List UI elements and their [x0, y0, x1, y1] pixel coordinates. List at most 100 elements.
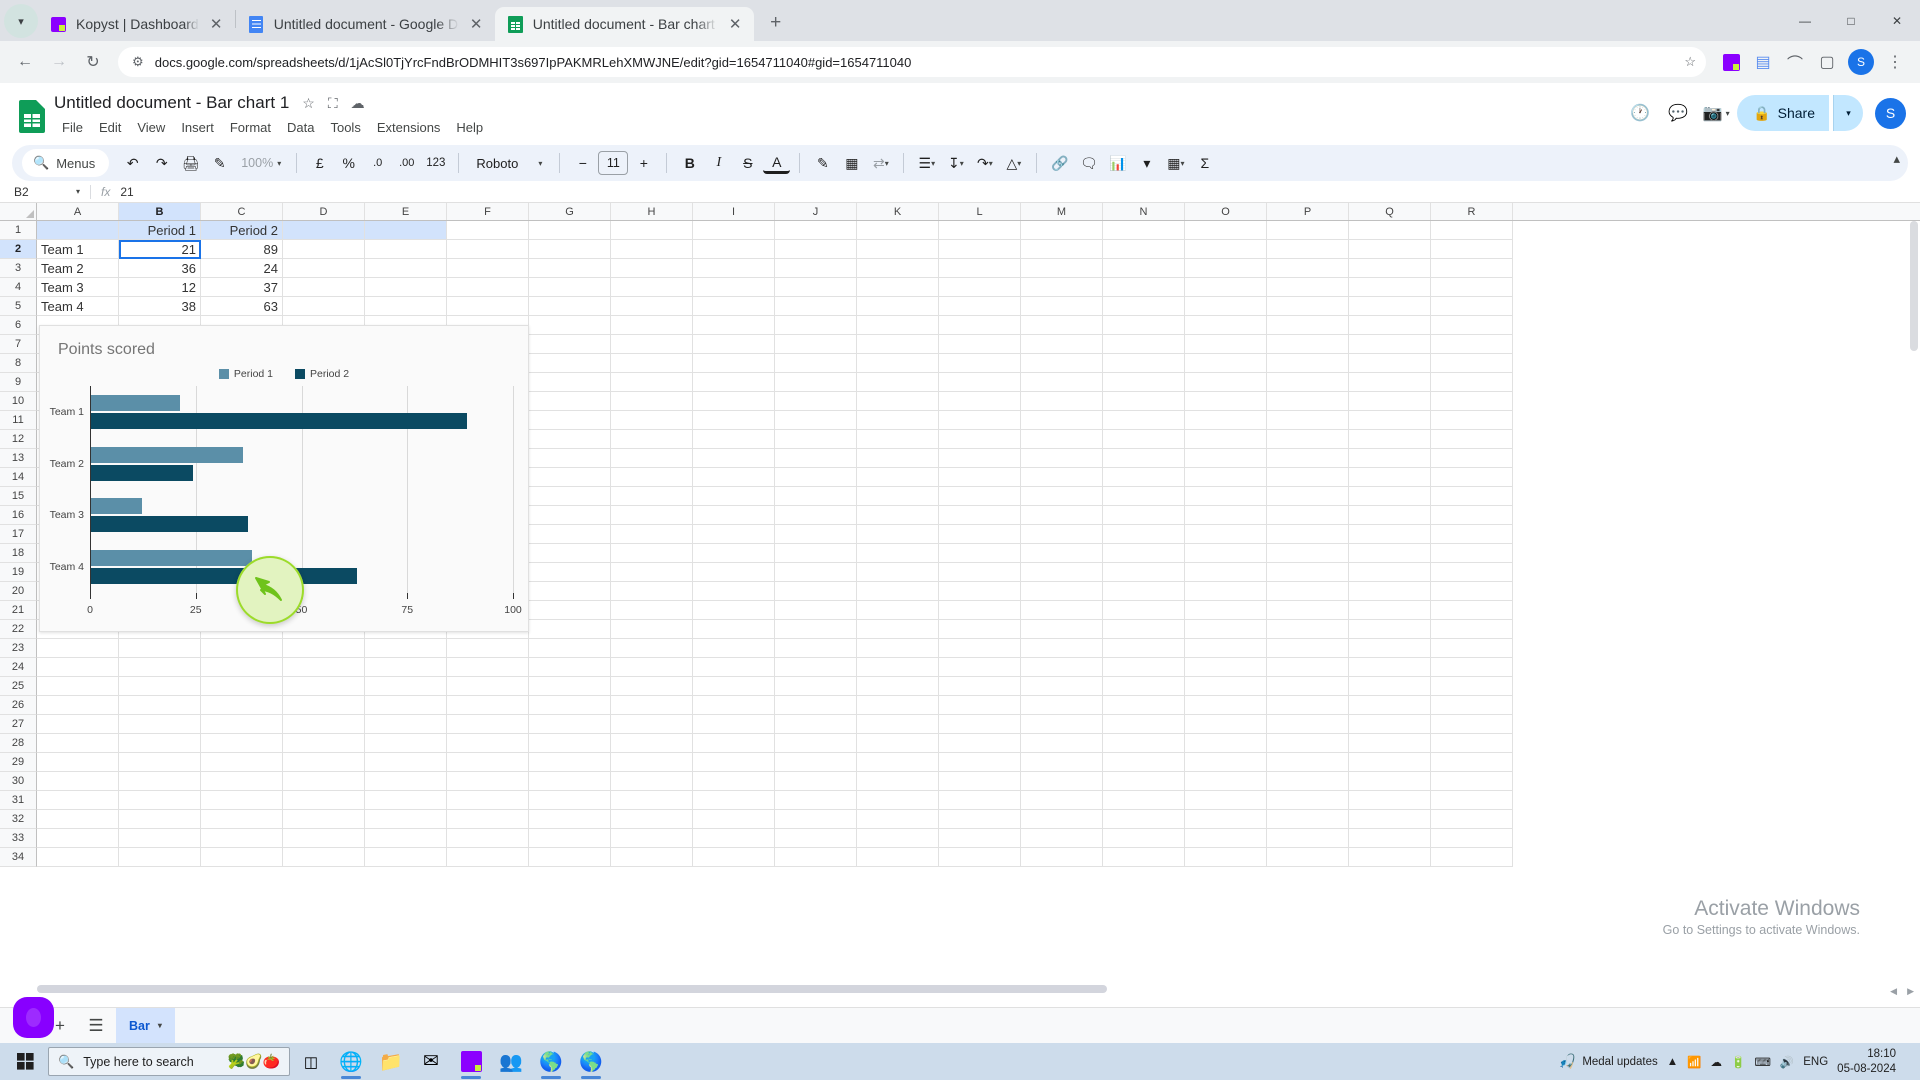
cell-J5[interactable]	[775, 297, 857, 316]
cell-P32[interactable]	[1267, 810, 1349, 829]
spreadsheet-grid[interactable]: A B C D E F G H I J K L M N O P Q R 1 Per…	[0, 203, 1920, 1007]
cell-O23[interactable]	[1185, 639, 1267, 658]
menu-view[interactable]: View	[129, 117, 173, 138]
cell-D5[interactable]	[283, 297, 365, 316]
row-header-11[interactable]: 11	[0, 411, 37, 430]
row-header-5[interactable]: 5	[0, 297, 37, 316]
cell-L15[interactable]	[939, 487, 1021, 506]
cell-B25[interactable]	[119, 677, 201, 696]
row-header-1[interactable]: 1	[0, 221, 37, 240]
cell-B33[interactable]	[119, 829, 201, 848]
cell-P12[interactable]	[1267, 430, 1349, 449]
cell-I11[interactable]	[693, 411, 775, 430]
cell-C32[interactable]	[201, 810, 283, 829]
cell-N15[interactable]	[1103, 487, 1185, 506]
cell-M8[interactable]	[1021, 354, 1103, 373]
row-header-23[interactable]: 23	[0, 639, 37, 658]
cell-P11[interactable]	[1267, 411, 1349, 430]
cell-C34[interactable]	[201, 848, 283, 867]
horizontal-scroll-thumb[interactable]	[37, 985, 1107, 993]
tray-volume-icon[interactable]: 🔊	[1780, 1055, 1794, 1069]
row-header-12[interactable]: 12	[0, 430, 37, 449]
cell-R26[interactable]	[1431, 696, 1513, 715]
cell-H10[interactable]	[611, 392, 693, 411]
cell-N22[interactable]	[1103, 620, 1185, 639]
new-tab-button[interactable]: +	[762, 9, 790, 37]
cell-D2[interactable]	[283, 240, 365, 259]
cell-N3[interactable]	[1103, 259, 1185, 278]
cell-R1[interactable]	[1431, 221, 1513, 240]
cell-I9[interactable]	[693, 373, 775, 392]
cell-A30[interactable]	[37, 772, 119, 791]
cell-Q16[interactable]	[1349, 506, 1431, 525]
cell-M4[interactable]	[1021, 278, 1103, 297]
cell-K18[interactable]	[857, 544, 939, 563]
cell-N5[interactable]	[1103, 297, 1185, 316]
cell-O34[interactable]	[1185, 848, 1267, 867]
cell-N25[interactable]	[1103, 677, 1185, 696]
cell-G13[interactable]	[529, 449, 611, 468]
task-view-icon[interactable]: ◫	[292, 1043, 330, 1080]
cell-R32[interactable]	[1431, 810, 1513, 829]
column-header-h[interactable]: H	[611, 203, 693, 220]
cell-I30[interactable]	[693, 772, 775, 791]
close-window-icon[interactable]: ✕	[1874, 0, 1920, 41]
cell-L14[interactable]	[939, 468, 1021, 487]
row-header-29[interactable]: 29	[0, 753, 37, 772]
cell-Q2[interactable]	[1349, 240, 1431, 259]
cell-P17[interactable]	[1267, 525, 1349, 544]
cell-N14[interactable]	[1103, 468, 1185, 487]
cell-K5[interactable]	[857, 297, 939, 316]
cell-H32[interactable]	[611, 810, 693, 829]
cell-G14[interactable]	[529, 468, 611, 487]
cell-Q15[interactable]	[1349, 487, 1431, 506]
share-button[interactable]: 🔒 Share	[1737, 95, 1829, 131]
back-icon[interactable]: ←	[10, 47, 40, 77]
cell-J27[interactable]	[775, 715, 857, 734]
cell-K33[interactable]	[857, 829, 939, 848]
cell-G31[interactable]	[529, 791, 611, 810]
cell-E29[interactable]	[365, 753, 447, 772]
cell-G12[interactable]	[529, 430, 611, 449]
comment-icon[interactable]: 💬	[1661, 96, 1695, 130]
cell-F30[interactable]	[447, 772, 529, 791]
increase-font-size-icon[interactable]: +	[630, 149, 657, 177]
cell-I32[interactable]	[693, 810, 775, 829]
cell-J6[interactable]	[775, 316, 857, 335]
cell-A27[interactable]	[37, 715, 119, 734]
cell-C3[interactable]: 24	[201, 259, 283, 278]
cell-Q12[interactable]	[1349, 430, 1431, 449]
cell-K32[interactable]	[857, 810, 939, 829]
cell-A1[interactable]	[37, 221, 119, 240]
cell-O14[interactable]	[1185, 468, 1267, 487]
cell-H3[interactable]	[611, 259, 693, 278]
cell-I27[interactable]	[693, 715, 775, 734]
cell-J11[interactable]	[775, 411, 857, 430]
cell-A29[interactable]	[37, 753, 119, 772]
cell-E28[interactable]	[365, 734, 447, 753]
cell-I33[interactable]	[693, 829, 775, 848]
cell-P1[interactable]	[1267, 221, 1349, 240]
cell-M5[interactable]	[1021, 297, 1103, 316]
cell-I21[interactable]	[693, 601, 775, 620]
notes-extension-icon[interactable]: ▤	[1748, 47, 1778, 77]
tray-medal-notification[interactable]: 🎣 Medal updates	[1559, 1053, 1658, 1070]
menu-format[interactable]: Format	[222, 117, 279, 138]
cell-H22[interactable]	[611, 620, 693, 639]
cell-D27[interactable]	[283, 715, 365, 734]
cell-R11[interactable]	[1431, 411, 1513, 430]
cell-N12[interactable]	[1103, 430, 1185, 449]
cell-Q6[interactable]	[1349, 316, 1431, 335]
tray-overflow-icon[interactable]: ▲	[1667, 1056, 1678, 1068]
tray-onedrive-icon[interactable]: ☁	[1710, 1055, 1722, 1069]
cell-O32[interactable]	[1185, 810, 1267, 829]
cell-J8[interactable]	[775, 354, 857, 373]
cell-E2[interactable]	[365, 240, 447, 259]
cell-A33[interactable]	[37, 829, 119, 848]
cell-B34[interactable]	[119, 848, 201, 867]
italic-icon[interactable]: I	[705, 149, 732, 177]
cell-G22[interactable]	[529, 620, 611, 639]
cell-O8[interactable]	[1185, 354, 1267, 373]
cell-M31[interactable]	[1021, 791, 1103, 810]
currency-format-icon[interactable]: £	[306, 149, 333, 177]
